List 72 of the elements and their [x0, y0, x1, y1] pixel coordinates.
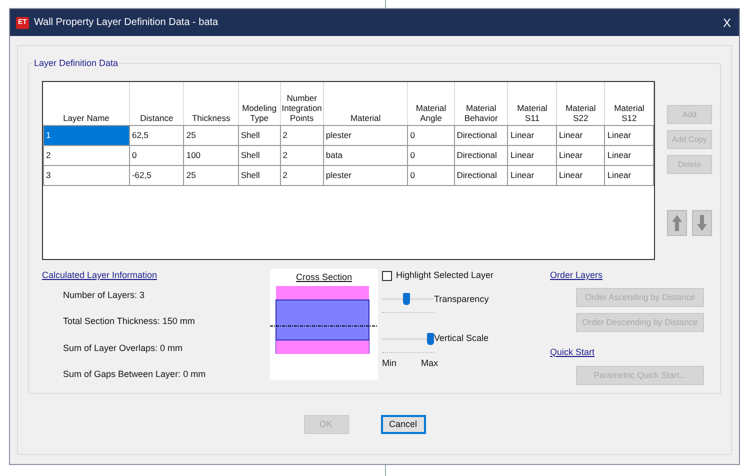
move-down-button[interactable] [692, 210, 712, 236]
table-cell[interactable]: 0 [408, 165, 454, 185]
slider-label: Transparency [434, 292, 489, 306]
close-button[interactable]: X [722, 14, 731, 32]
max-label: Max [420, 356, 438, 370]
table-cell[interactable]: 1 [44, 125, 130, 145]
info-text: Sum of Gaps Between Layer: 0 mm [63, 368, 207, 381]
slider[interactable] [382, 332, 434, 345]
table-cell[interactable]: Directional [454, 165, 508, 185]
table-cell[interactable]: Linear [604, 145, 654, 165]
checkbox[interactable] [382, 270, 392, 281]
calculated-info-link[interactable]: Calculated Layer Information [42, 269, 270, 282]
table-cell[interactable]: plester [323, 125, 408, 145]
slider[interactable] [382, 293, 434, 306]
tick-marks [382, 312, 434, 315]
cross-section-title: Cross Section [296, 271, 352, 284]
column-header: Material Angle [408, 82, 454, 125]
min-label: Min [382, 356, 397, 370]
table-cell[interactable]: Linear [508, 125, 556, 145]
tick-marks [382, 352, 434, 354]
table-cell[interactable]: Linear [604, 125, 654, 145]
table-cell[interactable]: 62,5 [129, 125, 184, 145]
table-cell[interactable]: 100 [184, 145, 238, 165]
dialog-button[interactable]: Cancel [380, 415, 426, 434]
slider-label: Vertical Scale [434, 332, 489, 345]
table-cell[interactable]: bata [323, 145, 408, 165]
slider-thumb[interactable] [402, 293, 410, 306]
info-text: Number of Layers: 3 [63, 288, 146, 302]
slider-thumb[interactable] [426, 332, 434, 345]
table-cell[interactable]: Linear [556, 125, 605, 145]
table-cell[interactable]: 2 [44, 145, 130, 165]
column-header: Material S12 [604, 82, 654, 125]
column-header: Thickness [184, 82, 238, 125]
column-header: Material [323, 82, 408, 125]
column-header: Material S22 [556, 82, 605, 125]
table-cell[interactable]: Linear [508, 165, 556, 185]
table-cell[interactable]: Linear [556, 165, 605, 185]
order-layers-link[interactable]: Order Layers [550, 269, 704, 282]
table-cell[interactable]: Linear [508, 145, 556, 165]
table-cell[interactable]: 0 [129, 145, 184, 165]
table-cell[interactable]: 0 [408, 125, 454, 145]
column-header: Layer Name [44, 82, 130, 125]
table-cell[interactable]: 25 [184, 125, 238, 145]
group-title: Layer Definition Data [33, 57, 120, 70]
window-title: Wall Property Layer Definition Data - bata [34, 16, 218, 30]
table-cell[interactable]: 2 [280, 165, 324, 185]
quick-start-link[interactable]: Quick Start [550, 346, 704, 359]
table-cell[interactable]: 2 [280, 145, 324, 165]
column-header: Modeling Type [238, 82, 280, 125]
column-header: Distance [129, 82, 184, 125]
table-cell[interactable]: 2 [280, 125, 324, 145]
column-header: Material S11 [508, 82, 556, 125]
column-header: Number Integration Points [280, 82, 324, 125]
table-cell[interactable]: Linear [556, 145, 605, 165]
table-cell[interactable]: 25 [184, 165, 238, 185]
table-cell[interactable]: Directional [454, 125, 508, 145]
up-arrow-icon [671, 214, 683, 232]
table-cell[interactable]: plester [323, 165, 408, 185]
table-cell[interactable]: 3 [44, 165, 130, 185]
info-text: Total Section Thickness: 150 mm [63, 315, 196, 328]
info-text: Sum of Layer Overlaps: 0 mm [63, 342, 184, 355]
down-arrow-icon [696, 214, 708, 232]
table-cell[interactable]: Shell [238, 165, 280, 185]
table-cell[interactable]: Shell [238, 145, 280, 165]
table-cell[interactable]: Shell [238, 125, 280, 145]
table-cell[interactable]: -62,5 [129, 165, 184, 185]
table-cell[interactable]: Directional [454, 145, 508, 165]
column-header: Material Behavior [454, 82, 508, 125]
table-cell[interactable]: 0 [408, 145, 454, 165]
move-up-button[interactable] [667, 210, 687, 236]
table-cell[interactable]: Linear [604, 165, 654, 185]
checkbox-label: Highlight Selected Layer [396, 269, 494, 282]
